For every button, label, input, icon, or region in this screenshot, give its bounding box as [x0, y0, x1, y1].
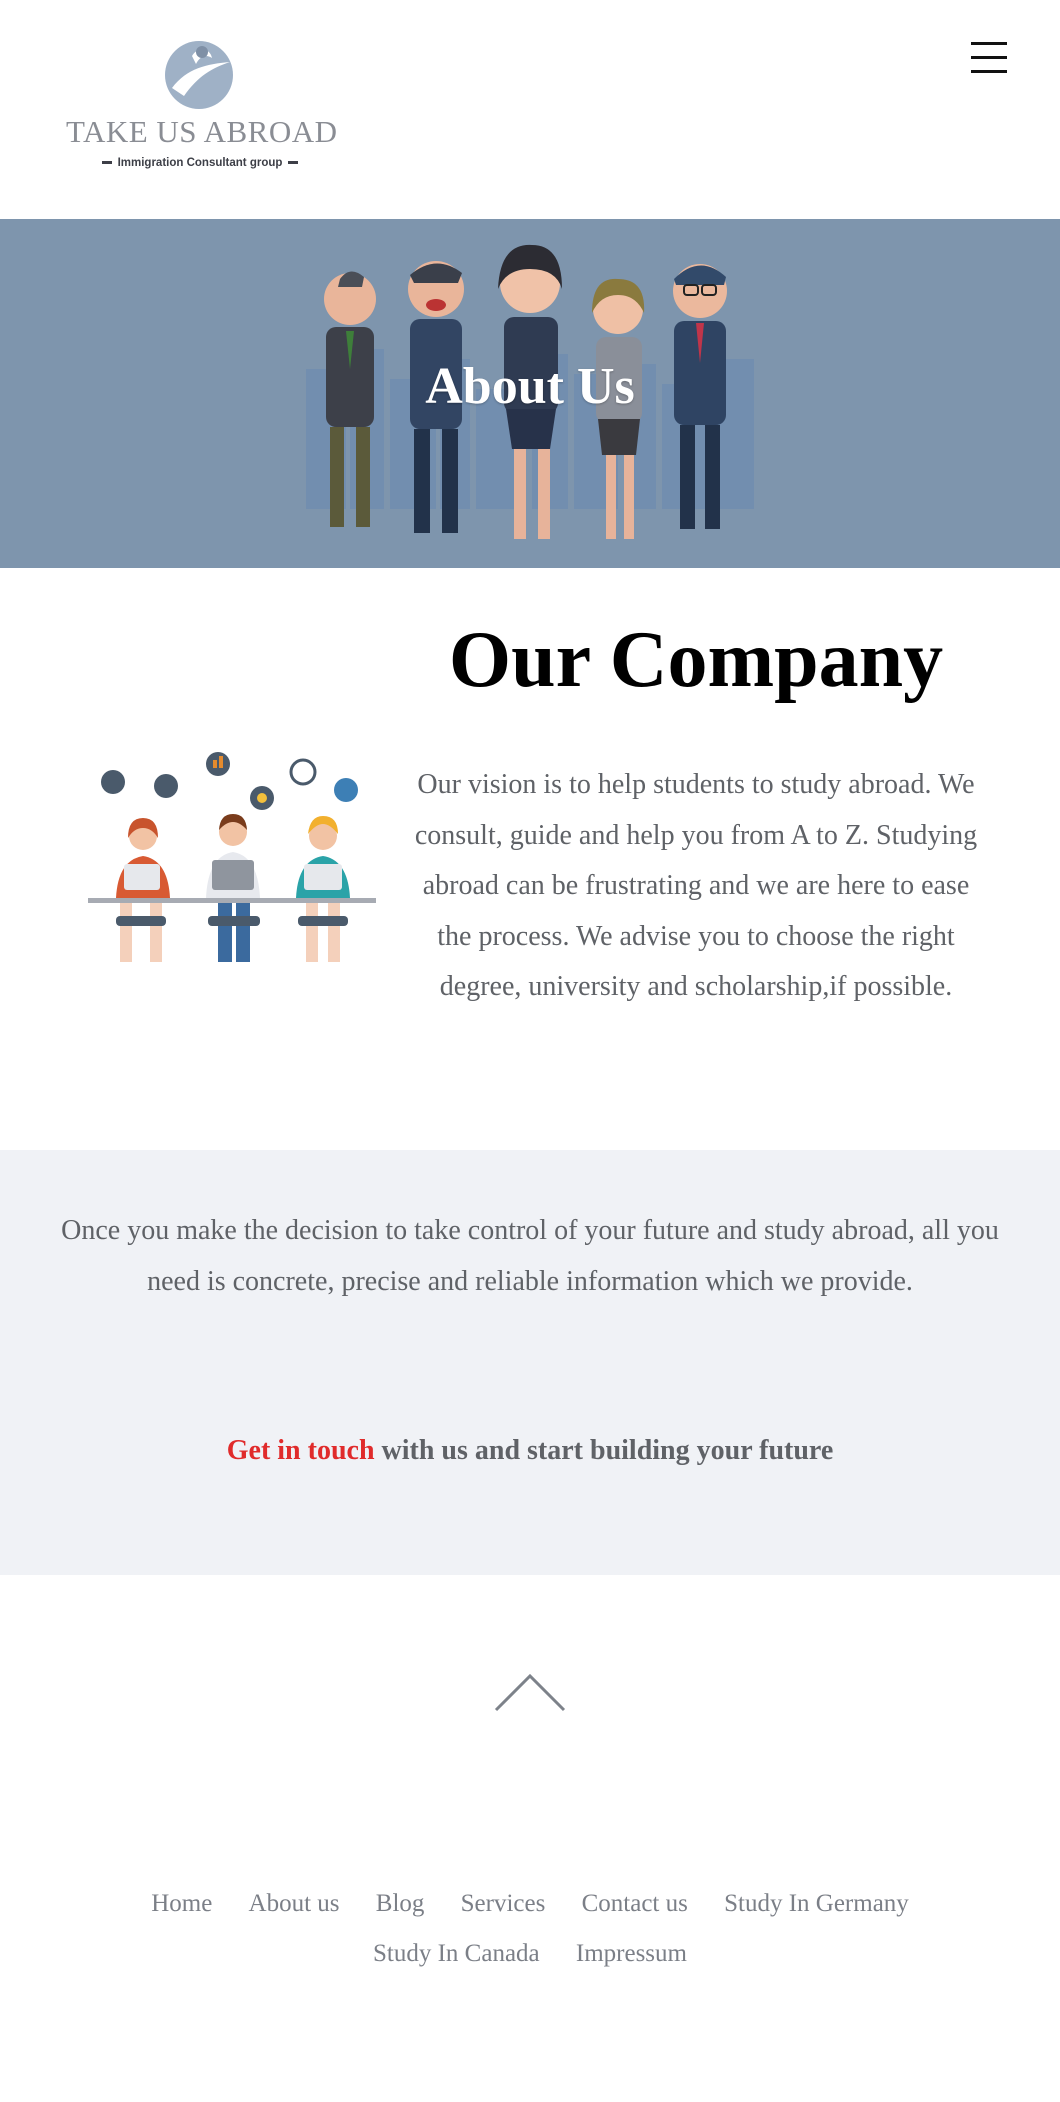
call-to-action: Get in touch with us and start building …: [0, 1435, 1060, 1467]
site-logo[interactable]: Take us abroad Immigration Consultant gr…: [66, 38, 338, 178]
footer-link-contact[interactable]: Contact us: [582, 1890, 688, 1917]
tagline-dash: [288, 161, 299, 165]
chevron-up-icon[interactable]: [494, 1672, 566, 1714]
info-band: Once you make the decision to take contr…: [0, 1150, 1060, 1575]
footer-link-blog[interactable]: Blog: [376, 1890, 425, 1917]
hamburger-menu-icon[interactable]: [967, 40, 1011, 76]
footer-link-services[interactable]: Services: [461, 1890, 546, 1917]
footer-navigation: Home About us Blog Services Contact us S…: [60, 1879, 1000, 1979]
site-header: Take us abroad Immigration Consultant gr…: [0, 0, 1060, 219]
footer-link-study-canada[interactable]: Study In Canada: [373, 1940, 540, 1967]
company-title: Our Company: [448, 616, 944, 704]
footer-link-about[interactable]: About us: [249, 1890, 340, 1917]
company-section: Our Company Our vision is to help studen…: [0, 568, 1060, 1150]
cta-text: with us and start building your future: [374, 1435, 834, 1466]
get-in-touch-link[interactable]: Get in touch: [227, 1435, 375, 1466]
team-at-desks-illustration: [88, 752, 376, 962]
logo-tagline: Immigration Consultant group: [66, 157, 334, 169]
hero-banner: About Us: [0, 219, 1060, 568]
footer-link-study-germany[interactable]: Study In Germany: [724, 1890, 909, 1917]
info-text: Once you make the decision to take contr…: [61, 1215, 999, 1297]
logo-name: Take us abroad: [66, 114, 338, 149]
footer-link-home[interactable]: Home: [151, 1890, 212, 1917]
globe-bird-logo-icon: [165, 41, 233, 109]
logo-tagline-text: Immigration Consultant group: [117, 157, 283, 169]
company-description: Our vision is to help students to study …: [414, 769, 978, 1002]
tagline-dash: [101, 161, 112, 165]
footer-link-impressum[interactable]: Impressum: [576, 1940, 687, 1967]
hero-title: About Us: [425, 358, 635, 415]
